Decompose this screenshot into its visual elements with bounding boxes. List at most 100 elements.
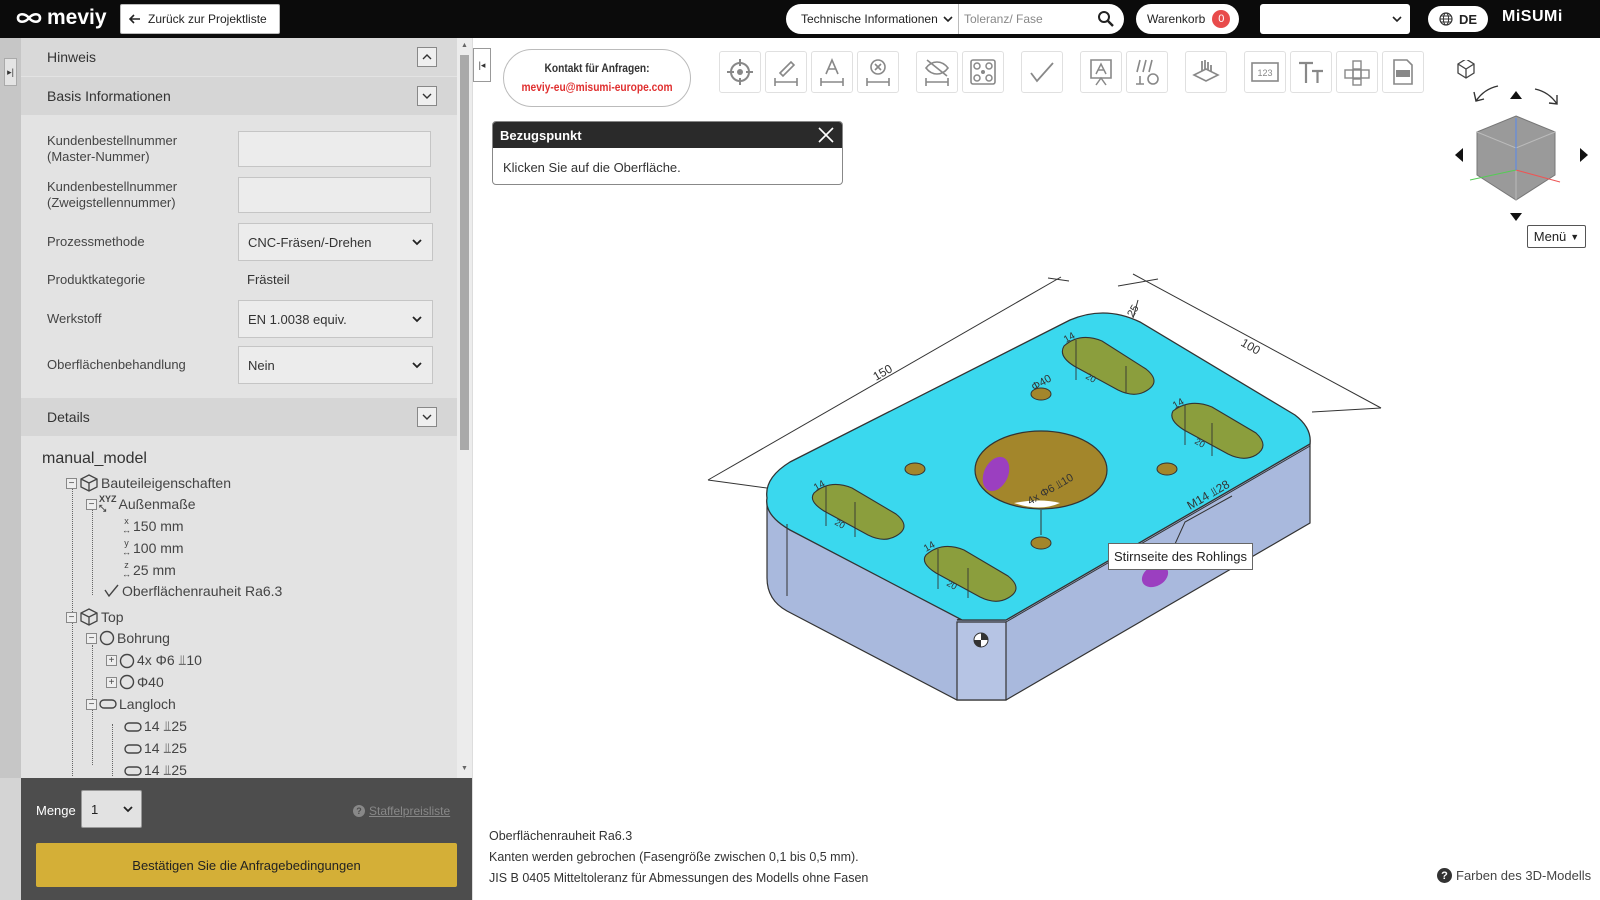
- search-icon[interactable]: [1097, 10, 1114, 27]
- collapse-icon[interactable]: −: [66, 611, 77, 623]
- view-down-arrow[interactable]: [1510, 213, 1522, 221]
- tree-langloch-label: Langloch: [119, 696, 176, 712]
- measure-angle-button[interactable]: [811, 51, 853, 93]
- tree-node-top[interactable]: − Top: [66, 607, 124, 627]
- surface-select[interactable]: Nein: [238, 346, 433, 384]
- tree-hole-1[interactable]: + 4x Φ6 ⫫10: [106, 652, 202, 669]
- material-select[interactable]: EN 1.0038 equiv.: [238, 300, 433, 338]
- scrollbar-thumb[interactable]: [460, 55, 469, 450]
- tree-roughness[interactable]: Oberflächenrauheit Ra6.3: [104, 583, 282, 599]
- collapse-icon[interactable]: −: [86, 632, 97, 644]
- pdf-export-button[interactable]: [1382, 51, 1424, 93]
- hide-measure-button[interactable]: [916, 51, 958, 93]
- y-dimension-icon: y ↔: [122, 538, 131, 557]
- process-value: CNC-Fräsen/-Drehen: [248, 234, 372, 250]
- panel-scrollbar[interactable]: ▲ ▼: [457, 38, 472, 778]
- view-cube[interactable]: [1450, 60, 1600, 230]
- tree-node-properties[interactable]: − Bauteileigenschaften: [66, 473, 231, 493]
- expand-icon[interactable]: +: [106, 655, 117, 666]
- roughness-icon: [104, 584, 119, 598]
- collapse-icon[interactable]: −: [86, 498, 97, 510]
- account-select[interactable]: [1260, 4, 1410, 34]
- details-section-header[interactable]: Details: [21, 398, 457, 436]
- tree-node-bohrung[interactable]: − Bohrung: [86, 630, 170, 646]
- cart-label: Warenkorb: [1147, 12, 1206, 26]
- delete-measure-icon: [866, 59, 890, 86]
- tree-dim-x[interactable]: x ↔ 150 mm: [122, 517, 184, 535]
- search-category-select[interactable]: Technische Informationen: [786, 4, 959, 34]
- contact-title: Kontakt für Anfragen:: [544, 61, 650, 75]
- small-hole[interactable]: [1030, 536, 1052, 550]
- small-hole[interactable]: [1030, 387, 1052, 401]
- tree-dim-y[interactable]: y ↔ 100 mm: [122, 539, 184, 557]
- 3d-model-viewport[interactable]: 150 100 25 14 14 14 14 20 20 20 20 4x Φ6…: [490, 100, 1600, 830]
- chevron-down-icon: [1392, 16, 1402, 23]
- order-branch-label: Kundenbestellnummer (Zweigstellennummer): [47, 179, 177, 211]
- views-button[interactable]: [1336, 51, 1378, 93]
- delete-measure-button[interactable]: [857, 51, 899, 93]
- expand-icon[interactable]: +: [106, 676, 117, 688]
- order-master-input[interactable]: [238, 131, 431, 167]
- svg-text:123: 123: [1257, 68, 1272, 78]
- tree-bohrung-label: Bohrung: [117, 630, 170, 646]
- quantity-select[interactable]: 1: [81, 790, 142, 828]
- rotate-left-icon[interactable]: [1475, 85, 1499, 102]
- collapse-icon[interactable]: −: [86, 698, 97, 710]
- collapse-details-button[interactable]: [417, 407, 437, 427]
- tree-node-langloch[interactable]: − Langloch: [86, 696, 176, 712]
- tree-top-label: Top: [101, 609, 124, 625]
- roughness-button[interactable]: [1021, 51, 1063, 93]
- expand-panel-button[interactable]: ▸|: [4, 58, 17, 86]
- view-left-arrow[interactable]: [1455, 148, 1463, 162]
- tree-node-dimensions[interactable]: − XYZ ⤡ Außenmaße: [86, 495, 196, 513]
- collapse-panel-button[interactable]: |◂: [473, 48, 491, 82]
- tree-slot-1[interactable]: 14 ⫫25: [124, 718, 187, 735]
- view-right-arrow[interactable]: [1580, 148, 1588, 162]
- cart-button[interactable]: Warenkorb 0: [1136, 4, 1239, 34]
- hole-pattern-button[interactable]: [962, 51, 1004, 93]
- tree-hole-2[interactable]: + Φ40: [106, 674, 164, 690]
- help-icon: ?: [1437, 868, 1452, 883]
- view-up-arrow[interactable]: [1510, 91, 1522, 99]
- skip-right-icon: ▸|: [7, 66, 14, 77]
- confirm-conditions-button[interactable]: Bestätigen Sie die Anfragebedingungen: [36, 843, 457, 887]
- reference-point-button[interactable]: [719, 51, 761, 93]
- order-branch-label-line2: (Zweigstellennummer): [47, 195, 176, 210]
- language-button[interactable]: DE: [1428, 6, 1488, 32]
- home-view-icon[interactable]: [1457, 60, 1475, 79]
- tree-root[interactable]: manual_model: [42, 450, 147, 468]
- text-note-button[interactable]: [1080, 51, 1122, 93]
- hint-section-header[interactable]: Hinweis: [21, 38, 457, 76]
- tree-slot-1-label: 14 ⫫25: [144, 718, 187, 734]
- brand-text: MiSUMi: [1502, 8, 1563, 25]
- tree-slot-3[interactable]: 14 ⫫25: [124, 762, 187, 777]
- scroll-down-icon[interactable]: ▼: [461, 765, 468, 772]
- collapse-icon[interactable]: −: [66, 477, 77, 489]
- back-to-projects-button[interactable]: Zurück zur Projektliste: [120, 4, 280, 34]
- slot-icon: [99, 699, 117, 709]
- tolerance-button[interactable]: [1126, 51, 1168, 93]
- tree-slot-2[interactable]: 14 ⫫25: [124, 740, 187, 757]
- small-hole[interactable]: [1156, 462, 1178, 476]
- order-branch-input[interactable]: [238, 177, 431, 213]
- number-label-button[interactable]: 123: [1244, 51, 1286, 93]
- tree-dim-z[interactable]: z ↔ 25 mm: [122, 561, 176, 579]
- measure-edge-button[interactable]: [765, 51, 807, 93]
- small-hole[interactable]: [904, 462, 926, 476]
- surface-label: Oberflächenbehandlung: [47, 357, 186, 372]
- hide-measure-icon: [924, 59, 950, 86]
- basis-section-header[interactable]: Basis Informationen: [21, 77, 457, 115]
- price-list-link[interactable]: ? Staffelpreisliste: [353, 804, 450, 818]
- collapse-hint-button[interactable]: [417, 47, 437, 67]
- hand-section-button[interactable]: [1185, 51, 1227, 93]
- meviy-logo[interactable]: meviy: [14, 6, 107, 30]
- contact-email[interactable]: meviy-eu@misumi-europe.com: [518, 78, 676, 97]
- process-select[interactable]: CNC-Fräsen/-Drehen: [238, 223, 433, 261]
- tree-properties-label: Bauteileigenschaften: [101, 475, 231, 491]
- rotate-right-icon[interactable]: [1534, 88, 1558, 105]
- scroll-up-icon[interactable]: ▲: [461, 42, 468, 49]
- collapse-basis-button[interactable]: [417, 86, 437, 106]
- model-colors-link[interactable]: ? Farben des 3D-Modells: [1437, 868, 1591, 883]
- text-tool-button[interactable]: [1290, 51, 1332, 93]
- viewer-menu-button[interactable]: Menü ▼: [1527, 225, 1586, 248]
